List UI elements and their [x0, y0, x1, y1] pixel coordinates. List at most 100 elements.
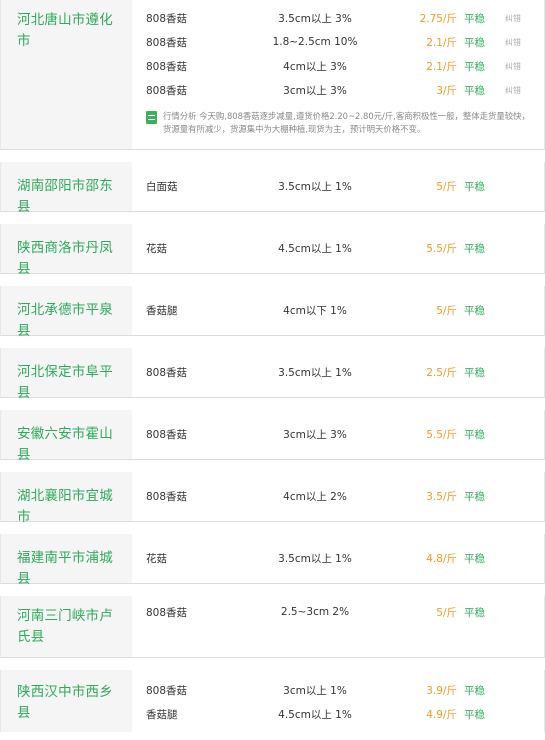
- report-error-link[interactable]: 纠错: [485, 13, 521, 24]
- price-value: 2.1/斤: [426, 36, 457, 49]
- spec-text: 4.5cm以上 1%: [278, 708, 352, 721]
- region-name[interactable]: 河北唐山市遵化市: [1, 0, 132, 149]
- price-value: 4.8/斤: [426, 552, 457, 565]
- variety-name: 香菇腿: [146, 304, 178, 317]
- trend-label: 平稳: [464, 606, 485, 619]
- region-name[interactable]: 陕西汉中市西乡县: [1, 670, 132, 732]
- price-row: 808香菇 3cm以上 3% 3/斤 平稳 纠错: [132, 78, 544, 102]
- region-name[interactable]: 河南三门峡市卢氏县: [1, 596, 132, 657]
- region-name[interactable]: 河北承德市平泉县: [1, 286, 132, 339]
- spec-text: 3.5cm以上 3%: [278, 12, 352, 25]
- price-value: 2.75/斤: [419, 12, 457, 25]
- market-block: 安徽六安市霍山县 808香菇 3cm以上 3% 5.5/斤 平稳: [0, 410, 545, 463]
- market-rows: 白面菇 3.5cm以上 1% 5/斤 平稳: [132, 162, 544, 211]
- price-row: 香菇腿 4cm以下 1% 5/斤 平稳: [132, 298, 544, 322]
- market-block: 陕西汉中市西乡县 808香菇 3cm以上 1% 3.9/斤 平稳 香菇腿 4.5…: [0, 670, 545, 732]
- market-block: 陕西商洛市丹凤县 花菇 4.5cm以上 1% 5.5/斤 平稳: [0, 224, 545, 277]
- price-value: 3.5/斤: [426, 490, 457, 503]
- trend-label: 平稳: [464, 60, 485, 73]
- price-row: 808香菇 1.8~2.5cm 10% 2.1/斤 平稳 纠错: [132, 30, 544, 54]
- trend-label: 平稳: [464, 708, 485, 721]
- trend-label: 平稳: [464, 552, 485, 565]
- price-value: 4.9/斤: [426, 708, 457, 721]
- price-value: 5/斤: [436, 180, 457, 193]
- spec-text: 4cm以上 2%: [283, 490, 347, 503]
- region-name[interactable]: 湖南邵阳市邵东县: [1, 162, 132, 215]
- trend-label: 平稳: [464, 684, 485, 697]
- price-row: 花菇 3.5cm以上 1% 4.8/斤 平稳: [132, 546, 544, 570]
- spec-text: 3cm以上 1%: [283, 684, 347, 697]
- price-row: 808香菇 3.5cm以上 3% 2.75/斤 平稳 纠错: [132, 6, 544, 30]
- spec-text: 4.5cm以上 1%: [278, 242, 352, 255]
- price-value: 3.9/斤: [426, 684, 457, 697]
- price-row: 808香菇 3cm以上 1% 3.9/斤 平稳: [132, 678, 544, 702]
- price-value: 5.5/斤: [426, 242, 457, 255]
- variety-name: 808香菇: [146, 36, 188, 49]
- market-analysis: 行情分析 今天购,808香菇逐步减量,遵货价格2.20~2.80元/斤,客商积极…: [132, 102, 544, 144]
- report-error-link[interactable]: 纠错: [485, 85, 521, 96]
- market-rows: 808香菇 3cm以上 3% 5.5/斤 平稳: [132, 410, 544, 459]
- market-rows: 香菇腿 4cm以下 1% 5/斤 平稳: [132, 286, 544, 335]
- report-error-link[interactable]: 纠错: [485, 37, 521, 48]
- variety-name: 808香菇: [146, 606, 188, 619]
- variety-name: 花菇: [146, 242, 167, 255]
- spec-text: 4cm以上 3%: [283, 60, 347, 73]
- trend-label: 平稳: [464, 180, 485, 193]
- trend-label: 平稳: [464, 242, 485, 255]
- report-error-link[interactable]: 纠错: [485, 61, 521, 72]
- market-block: 河北唐山市遵化市 808香菇 3.5cm以上 3% 2.75/斤 平稳 纠错 8…: [0, 0, 545, 150]
- market-price-list: 河北唐山市遵化市 808香菇 3.5cm以上 3% 2.75/斤 平稳 纠错 8…: [0, 0, 545, 732]
- price-value: 5/斤: [436, 606, 457, 619]
- market-rows: 花菇 4.5cm以上 1% 5.5/斤 平稳: [132, 224, 544, 273]
- variety-name: 808香菇: [146, 684, 188, 697]
- market-rows: 808香菇 2.5~3cm 2% 5/斤 平稳: [132, 596, 544, 657]
- market-rows: 花菇 3.5cm以上 1% 4.8/斤 平稳: [132, 534, 544, 583]
- market-block: 福建南平市浦城县 花菇 3.5cm以上 1% 4.8/斤 平稳: [0, 534, 545, 587]
- spec-text: 1.8~2.5cm 10%: [272, 36, 358, 48]
- spec-text: 3.5cm以上 1%: [278, 366, 352, 379]
- spec-text: 2.5~3cm 2%: [280, 606, 350, 618]
- document-icon: [146, 111, 157, 124]
- market-rows: 808香菇 3.5cm以上 3% 2.75/斤 平稳 纠错 808香菇 1.8~…: [132, 0, 544, 149]
- region-name[interactable]: 陕西商洛市丹凤县: [1, 224, 132, 277]
- price-row: 808香菇 3cm以上 3% 5.5/斤 平稳: [132, 422, 544, 446]
- variety-name: 808香菇: [146, 84, 188, 97]
- variety-name: 808香菇: [146, 428, 188, 441]
- variety-name: 香菇腿: [146, 708, 178, 721]
- price-value: 2.1/斤: [426, 60, 457, 73]
- price-row: 808香菇 2.5~3cm 2% 5/斤 平稳: [132, 600, 544, 624]
- variety-name: 808香菇: [146, 60, 188, 73]
- market-block: 河北承德市平泉县 香菇腿 4cm以下 1% 5/斤 平稳: [0, 286, 545, 339]
- analysis-text: 行情分析 今天购,808香菇逐步减量,遵货价格2.20~2.80元/斤,客商积极…: [163, 111, 530, 134]
- region-name[interactable]: 安徽六安市霍山县: [1, 410, 132, 463]
- trend-label: 平稳: [464, 428, 485, 441]
- region-name[interactable]: 河北保定市阜平县: [1, 348, 132, 401]
- trend-label: 平稳: [464, 366, 485, 379]
- variety-name: 808香菇: [146, 12, 188, 25]
- trend-label: 平稳: [464, 84, 485, 97]
- spec-text: 3cm以上 3%: [283, 84, 347, 97]
- price-value: 2.5/斤: [426, 366, 457, 379]
- price-row: 白面菇 3.5cm以上 1% 5/斤 平稳: [132, 174, 544, 198]
- market-block: 河北保定市阜平县 808香菇 3.5cm以上 1% 2.5/斤 平稳: [0, 348, 545, 401]
- price-row: 808香菇 3.5cm以上 1% 2.5/斤 平稳: [132, 360, 544, 384]
- market-rows: 808香菇 3cm以上 1% 3.9/斤 平稳 香菇腿 4.5cm以上 1% 4…: [132, 670, 544, 732]
- price-row: 808香菇 4cm以上 2% 3.5/斤 平稳: [132, 484, 544, 508]
- price-row: 花菇 4.5cm以上 1% 5.5/斤 平稳: [132, 236, 544, 260]
- market-block: 湖南邵阳市邵东县 白面菇 3.5cm以上 1% 5/斤 平稳: [0, 162, 545, 215]
- variety-name: 808香菇: [146, 490, 188, 503]
- region-name[interactable]: 湖北襄阳市宜城市: [1, 472, 132, 525]
- region-name[interactable]: 福建南平市浦城县: [1, 534, 132, 587]
- spec-text: 3.5cm以上 1%: [278, 180, 352, 193]
- variety-name: 808香菇: [146, 366, 188, 379]
- market-block: 湖北襄阳市宜城市 808香菇 4cm以上 2% 3.5/斤 平稳: [0, 472, 545, 525]
- spec-text: 3.5cm以上 1%: [278, 552, 352, 565]
- variety-name: 花菇: [146, 552, 167, 565]
- price-value: 5.5/斤: [426, 428, 457, 441]
- trend-label: 平稳: [464, 304, 485, 317]
- market-block: 河南三门峡市卢氏县 808香菇 2.5~3cm 2% 5/斤 平稳: [0, 596, 545, 658]
- price-value: 3/斤: [436, 84, 457, 97]
- price-row: 香菇腿 4.5cm以上 1% 4.9/斤 平稳: [132, 702, 544, 726]
- spec-text: 4cm以下 1%: [283, 304, 347, 317]
- price-row: 808香菇 4cm以上 3% 2.1/斤 平稳 纠错: [132, 54, 544, 78]
